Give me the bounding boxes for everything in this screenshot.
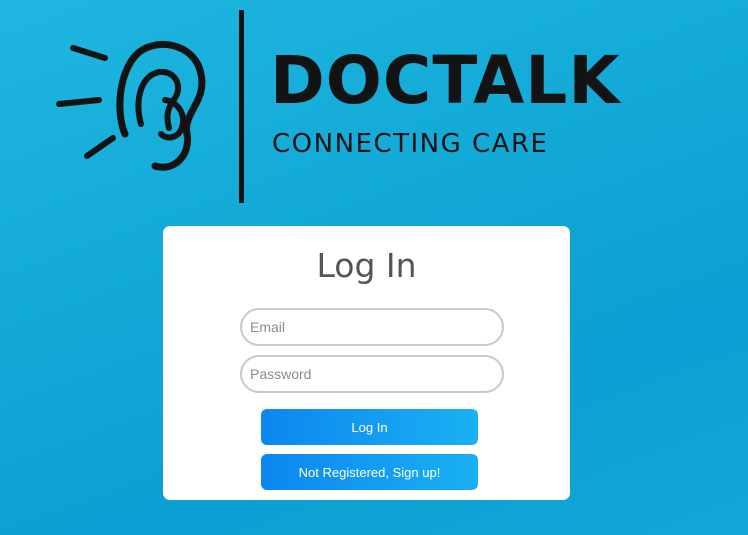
login-card: Log In Log In Not Registered, Sign up!: [163, 226, 570, 500]
email-field[interactable]: [240, 308, 504, 346]
logo-divider: [239, 10, 244, 203]
ear-icon: [56, 40, 206, 171]
login-button[interactable]: Log In: [261, 409, 478, 445]
password-field[interactable]: [240, 355, 504, 393]
brand-tagline: CONNECTING CARE: [272, 129, 549, 159]
brand-name: DOCTALK: [270, 42, 621, 119]
signup-button[interactable]: Not Registered, Sign up!: [261, 454, 478, 490]
logo: DOCTALK CONNECTING CARE: [0, 0, 748, 210]
login-title: Log In: [316, 246, 417, 285]
